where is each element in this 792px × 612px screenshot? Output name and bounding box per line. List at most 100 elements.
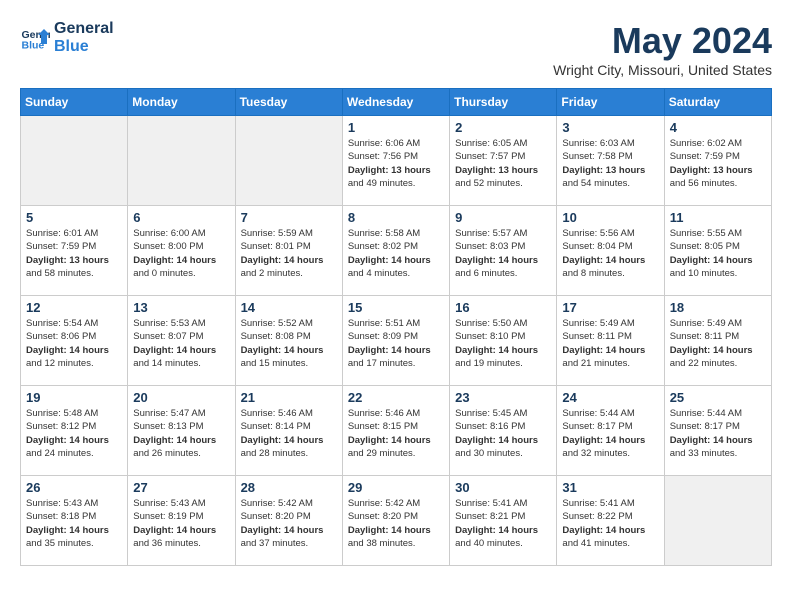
- calendar-cell: 19 Sunrise: 5:48 AMSunset: 8:12 PMDayligh…: [21, 386, 128, 476]
- calendar-cell: 23 Sunrise: 5:45 AMSunset: 8:16 PMDayligh…: [450, 386, 557, 476]
- calendar-cell: 30 Sunrise: 5:41 AMSunset: 8:21 PMDayligh…: [450, 476, 557, 566]
- cell-info: Sunrise: 5:46 AMSunset: 8:15 PMDaylight:…: [348, 407, 444, 460]
- calendar-cell: 28 Sunrise: 5:42 AMSunset: 8:20 PMDayligh…: [235, 476, 342, 566]
- cell-info: Sunrise: 5:54 AMSunset: 8:06 PMDaylight:…: [26, 317, 122, 370]
- calendar-cell: 5Sunrise: 6:01 AMSunset: 7:59 PMDaylight…: [21, 206, 128, 296]
- cell-info: Sunrise: 5:55 AMSunset: 8:05 PMDaylight:…: [670, 227, 766, 280]
- svg-text:Blue: Blue: [22, 40, 45, 52]
- calendar-cell: 2 Sunrise: 6:05 AMSunset: 7:57 PMDaylight…: [450, 116, 557, 206]
- cell-info: Sunrise: 6:05 AMSunset: 7:57 PMDaylight:…: [455, 137, 551, 190]
- calendar-week-3: 12 Sunrise: 5:54 AMSunset: 8:06 PMDayligh…: [21, 296, 772, 386]
- calendar-cell: 17 Sunrise: 5:49 AMSunset: 8:11 PMDayligh…: [557, 296, 664, 386]
- calendar-week-5: 26Sunrise: 5:43 AMSunset: 8:18 PMDayligh…: [21, 476, 772, 566]
- day-number: 5: [26, 210, 122, 225]
- calendar-cell: [664, 476, 771, 566]
- day-number: 21: [241, 390, 337, 405]
- weekday-header-monday: Monday: [128, 89, 235, 116]
- day-number: 19: [26, 390, 122, 405]
- calendar-cell: 29Sunrise: 5:42 AMSunset: 8:20 PMDayligh…: [342, 476, 449, 566]
- cell-info: Sunrise: 6:02 AMSunset: 7:59 PMDaylight:…: [670, 137, 766, 190]
- day-number: 2: [455, 120, 551, 135]
- day-number: 6: [133, 210, 229, 225]
- logo: General Blue General Blue: [20, 20, 114, 56]
- cell-info: Sunrise: 5:43 AMSunset: 8:18 PMDaylight:…: [26, 497, 122, 550]
- calendar-cell: 15 Sunrise: 5:51 AMSunset: 8:09 PMDayligh…: [342, 296, 449, 386]
- calendar-cell: 27 Sunrise: 5:43 AMSunset: 8:19 PMDayligh…: [128, 476, 235, 566]
- calendar-cell: 31 Sunrise: 5:41 AMSunset: 8:22 PMDayligh…: [557, 476, 664, 566]
- logo-general: General: [54, 20, 114, 38]
- calendar-cell: 25Sunrise: 5:44 AMSunset: 8:17 PMDayligh…: [664, 386, 771, 476]
- calendar-body: 1 Sunrise: 6:06 AMSunset: 7:56 PMDaylight…: [21, 116, 772, 566]
- title-area: May 2024 Wright City, Missouri, United S…: [553, 20, 772, 78]
- day-number: 7: [241, 210, 337, 225]
- location-title: Wright City, Missouri, United States: [553, 62, 772, 78]
- calendar-cell: 4Sunrise: 6:02 AMSunset: 7:59 PMDaylight…: [664, 116, 771, 206]
- cell-info: Sunrise: 6:06 AMSunset: 7:56 PMDaylight:…: [348, 137, 444, 190]
- cell-info: Sunrise: 5:51 AMSunset: 8:09 PMDaylight:…: [348, 317, 444, 370]
- calendar-cell: 21 Sunrise: 5:46 AMSunset: 8:14 PMDayligh…: [235, 386, 342, 476]
- day-number: 16: [455, 300, 551, 315]
- cell-info: Sunrise: 6:00 AMSunset: 8:00 PMDaylight:…: [133, 227, 229, 280]
- calendar-cell: [235, 116, 342, 206]
- cell-info: Sunrise: 5:49 AMSunset: 8:11 PMDaylight:…: [562, 317, 658, 370]
- weekday-header-wednesday: Wednesday: [342, 89, 449, 116]
- day-number: 18: [670, 300, 766, 315]
- day-number: 9: [455, 210, 551, 225]
- calendar-cell: 18 Sunrise: 5:49 AMSunset: 8:11 PMDayligh…: [664, 296, 771, 386]
- cell-info: Sunrise: 5:47 AMSunset: 8:13 PMDaylight:…: [133, 407, 229, 460]
- calendar-cell: 1 Sunrise: 6:06 AMSunset: 7:56 PMDaylight…: [342, 116, 449, 206]
- calendar-cell: 12 Sunrise: 5:54 AMSunset: 8:06 PMDayligh…: [21, 296, 128, 386]
- day-number: 12: [26, 300, 122, 315]
- cell-info: Sunrise: 5:58 AMSunset: 8:02 PMDaylight:…: [348, 227, 444, 280]
- logo-blue: Blue: [54, 38, 114, 56]
- day-number: 31: [562, 480, 658, 495]
- cell-info: Sunrise: 5:45 AMSunset: 8:16 PMDaylight:…: [455, 407, 551, 460]
- calendar-table: SundayMondayTuesdayWednesdayThursdayFrid…: [20, 88, 772, 566]
- calendar-cell: 24Sunrise: 5:44 AMSunset: 8:17 PMDayligh…: [557, 386, 664, 476]
- calendar-cell: 10Sunrise: 5:56 AMSunset: 8:04 PMDayligh…: [557, 206, 664, 296]
- calendar-cell: 16 Sunrise: 5:50 AMSunset: 8:10 PMDayligh…: [450, 296, 557, 386]
- day-number: 14: [241, 300, 337, 315]
- cell-info: Sunrise: 5:52 AMSunset: 8:08 PMDaylight:…: [241, 317, 337, 370]
- cell-info: Sunrise: 5:43 AMSunset: 8:19 PMDaylight:…: [133, 497, 229, 550]
- cell-info: Sunrise: 5:57 AMSunset: 8:03 PMDaylight:…: [455, 227, 551, 280]
- header: General Blue General Blue May 2024 Wrigh…: [20, 20, 772, 78]
- logo-icon: General Blue: [20, 23, 50, 53]
- cell-info: Sunrise: 5:50 AMSunset: 8:10 PMDaylight:…: [455, 317, 551, 370]
- day-number: 29: [348, 480, 444, 495]
- day-number: 11: [670, 210, 766, 225]
- day-number: 28: [241, 480, 337, 495]
- day-number: 22: [348, 390, 444, 405]
- weekday-header-thursday: Thursday: [450, 89, 557, 116]
- day-number: 23: [455, 390, 551, 405]
- cell-info: Sunrise: 5:48 AMSunset: 8:12 PMDaylight:…: [26, 407, 122, 460]
- calendar-week-2: 5Sunrise: 6:01 AMSunset: 7:59 PMDaylight…: [21, 206, 772, 296]
- day-number: 15: [348, 300, 444, 315]
- day-number: 27: [133, 480, 229, 495]
- calendar-week-1: 1 Sunrise: 6:06 AMSunset: 7:56 PMDaylight…: [21, 116, 772, 206]
- cell-info: Sunrise: 5:42 AMSunset: 8:20 PMDaylight:…: [241, 497, 337, 550]
- day-number: 20: [133, 390, 229, 405]
- weekday-header-friday: Friday: [557, 89, 664, 116]
- calendar-cell: 26Sunrise: 5:43 AMSunset: 8:18 PMDayligh…: [21, 476, 128, 566]
- cell-info: Sunrise: 6:03 AMSunset: 7:58 PMDaylight:…: [562, 137, 658, 190]
- calendar-cell: [128, 116, 235, 206]
- weekday-row: SundayMondayTuesdayWednesdayThursdayFrid…: [21, 89, 772, 116]
- day-number: 17: [562, 300, 658, 315]
- day-number: 3: [562, 120, 658, 135]
- calendar-cell: 9 Sunrise: 5:57 AMSunset: 8:03 PMDaylight…: [450, 206, 557, 296]
- cell-info: Sunrise: 5:53 AMSunset: 8:07 PMDaylight:…: [133, 317, 229, 370]
- cell-info: Sunrise: 5:56 AMSunset: 8:04 PMDaylight:…: [562, 227, 658, 280]
- month-title: May 2024: [553, 20, 772, 62]
- calendar-week-4: 19 Sunrise: 5:48 AMSunset: 8:12 PMDayligh…: [21, 386, 772, 476]
- day-number: 24: [562, 390, 658, 405]
- weekday-header-saturday: Saturday: [664, 89, 771, 116]
- day-number: 30: [455, 480, 551, 495]
- day-number: 8: [348, 210, 444, 225]
- cell-info: Sunrise: 5:46 AMSunset: 8:14 PMDaylight:…: [241, 407, 337, 460]
- day-number: 1: [348, 120, 444, 135]
- day-number: 25: [670, 390, 766, 405]
- cell-info: Sunrise: 5:49 AMSunset: 8:11 PMDaylight:…: [670, 317, 766, 370]
- cell-info: Sunrise: 5:41 AMSunset: 8:22 PMDaylight:…: [562, 497, 658, 550]
- cell-info: Sunrise: 5:41 AMSunset: 8:21 PMDaylight:…: [455, 497, 551, 550]
